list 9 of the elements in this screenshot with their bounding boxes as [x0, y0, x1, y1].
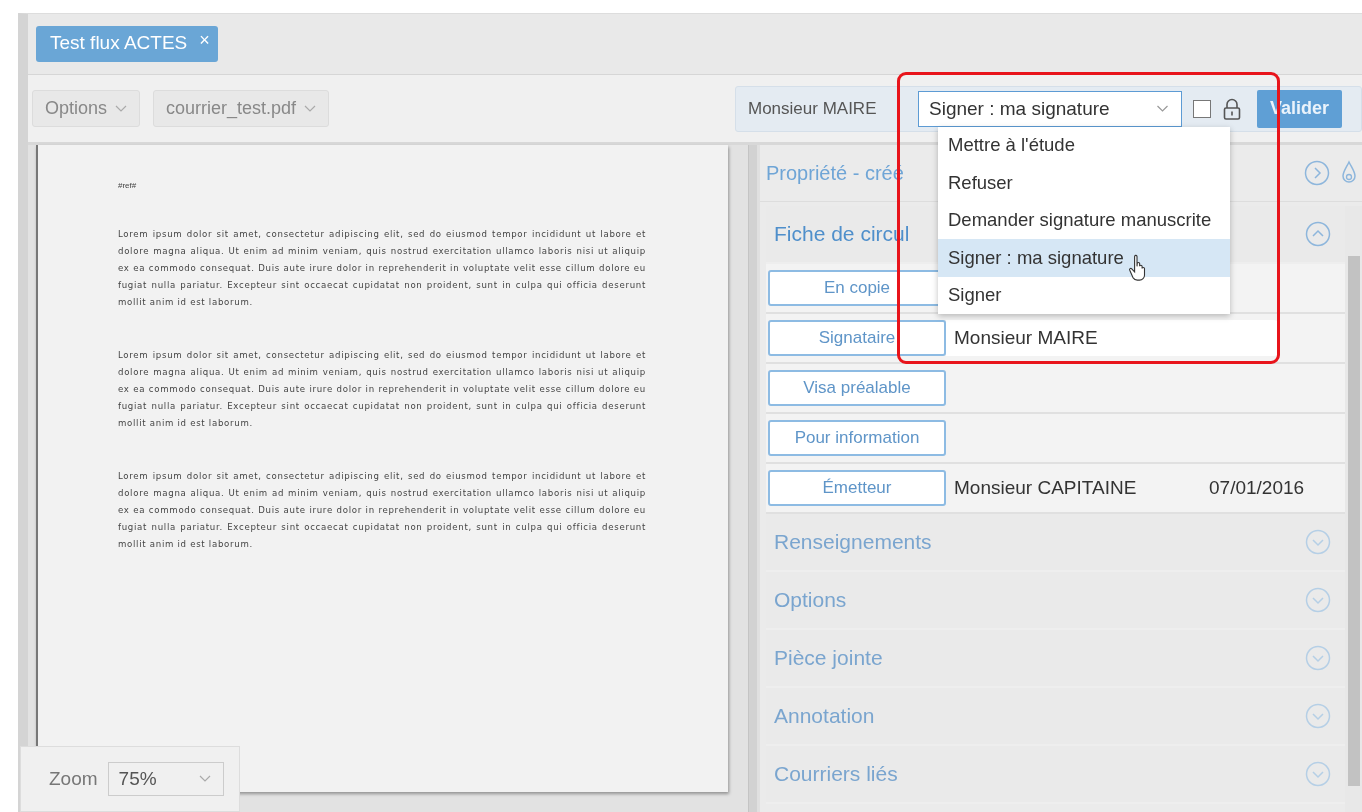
person-name: Monsieur CAPITAINE	[954, 477, 1138, 499]
signer-name: Monsieur MAIRE	[748, 98, 878, 119]
zoom-label: Zoom	[49, 768, 98, 790]
document-paragraph: Lorem ipsum dolor sit amet, consectetur adipiscing elit, sed do eiusmod tempor incididunt ut labore et dolore magna aliqua. Ut enim ad minim veniam, quis nostrud exercitation ullamco laboris nisi ut aliquip ex ea commodo consequat. Duis aute irure dolor in reprehenderit in voluptate velit esse cillum dolore eu fugiat nulla pariatur. Excepteur sint occaecat cupidatat non proident, sunt in culpa qui officia deserunt mollit anim id est laborum.	[118, 349, 646, 430]
document-reference: #ref#	[118, 181, 138, 190]
date-text: 07/01/2016	[1209, 477, 1305, 499]
document-paragraph: Lorem ipsum dolor sit amet, consectetur adipiscing elit, sed do eiusmod tempor incididunt ut labore et dolore magna aliqua. Ut enim ad minim veniam, quis nostrud exercitation ullamco laboris nisi ut aliquip ex ea commodo consequat. Duis aute irure dolor in reprehenderit in voluptate velit esse cillum dolore eu fugiat nulla pariatur. Excepteur sint occaecat cupidatat non proident, sunt in culpa qui officia deserunt mollit anim id est laborum.	[118, 228, 646, 309]
person-field: Monsieur MAIRE	[946, 320, 1280, 356]
document-paragraph: Lorem ipsum dolor sit amet, consectetur adipiscing elit, sed do eiusmod tempor incididunt ut labore et dolore magna aliqua. Ut enim ad minim veniam, quis nostrud exercitation ullamco laboris nisi ut aliquip ex ea commodo consequat. Duis aute irure dolor in reprehenderit in voluptate velit esse cillum dolore eu fugiat nulla pariatur. Excepteur sint occaecat cupidatat non proident, sunt in culpa qui officia deserunt mollit anim id est laborum.	[118, 470, 646, 551]
